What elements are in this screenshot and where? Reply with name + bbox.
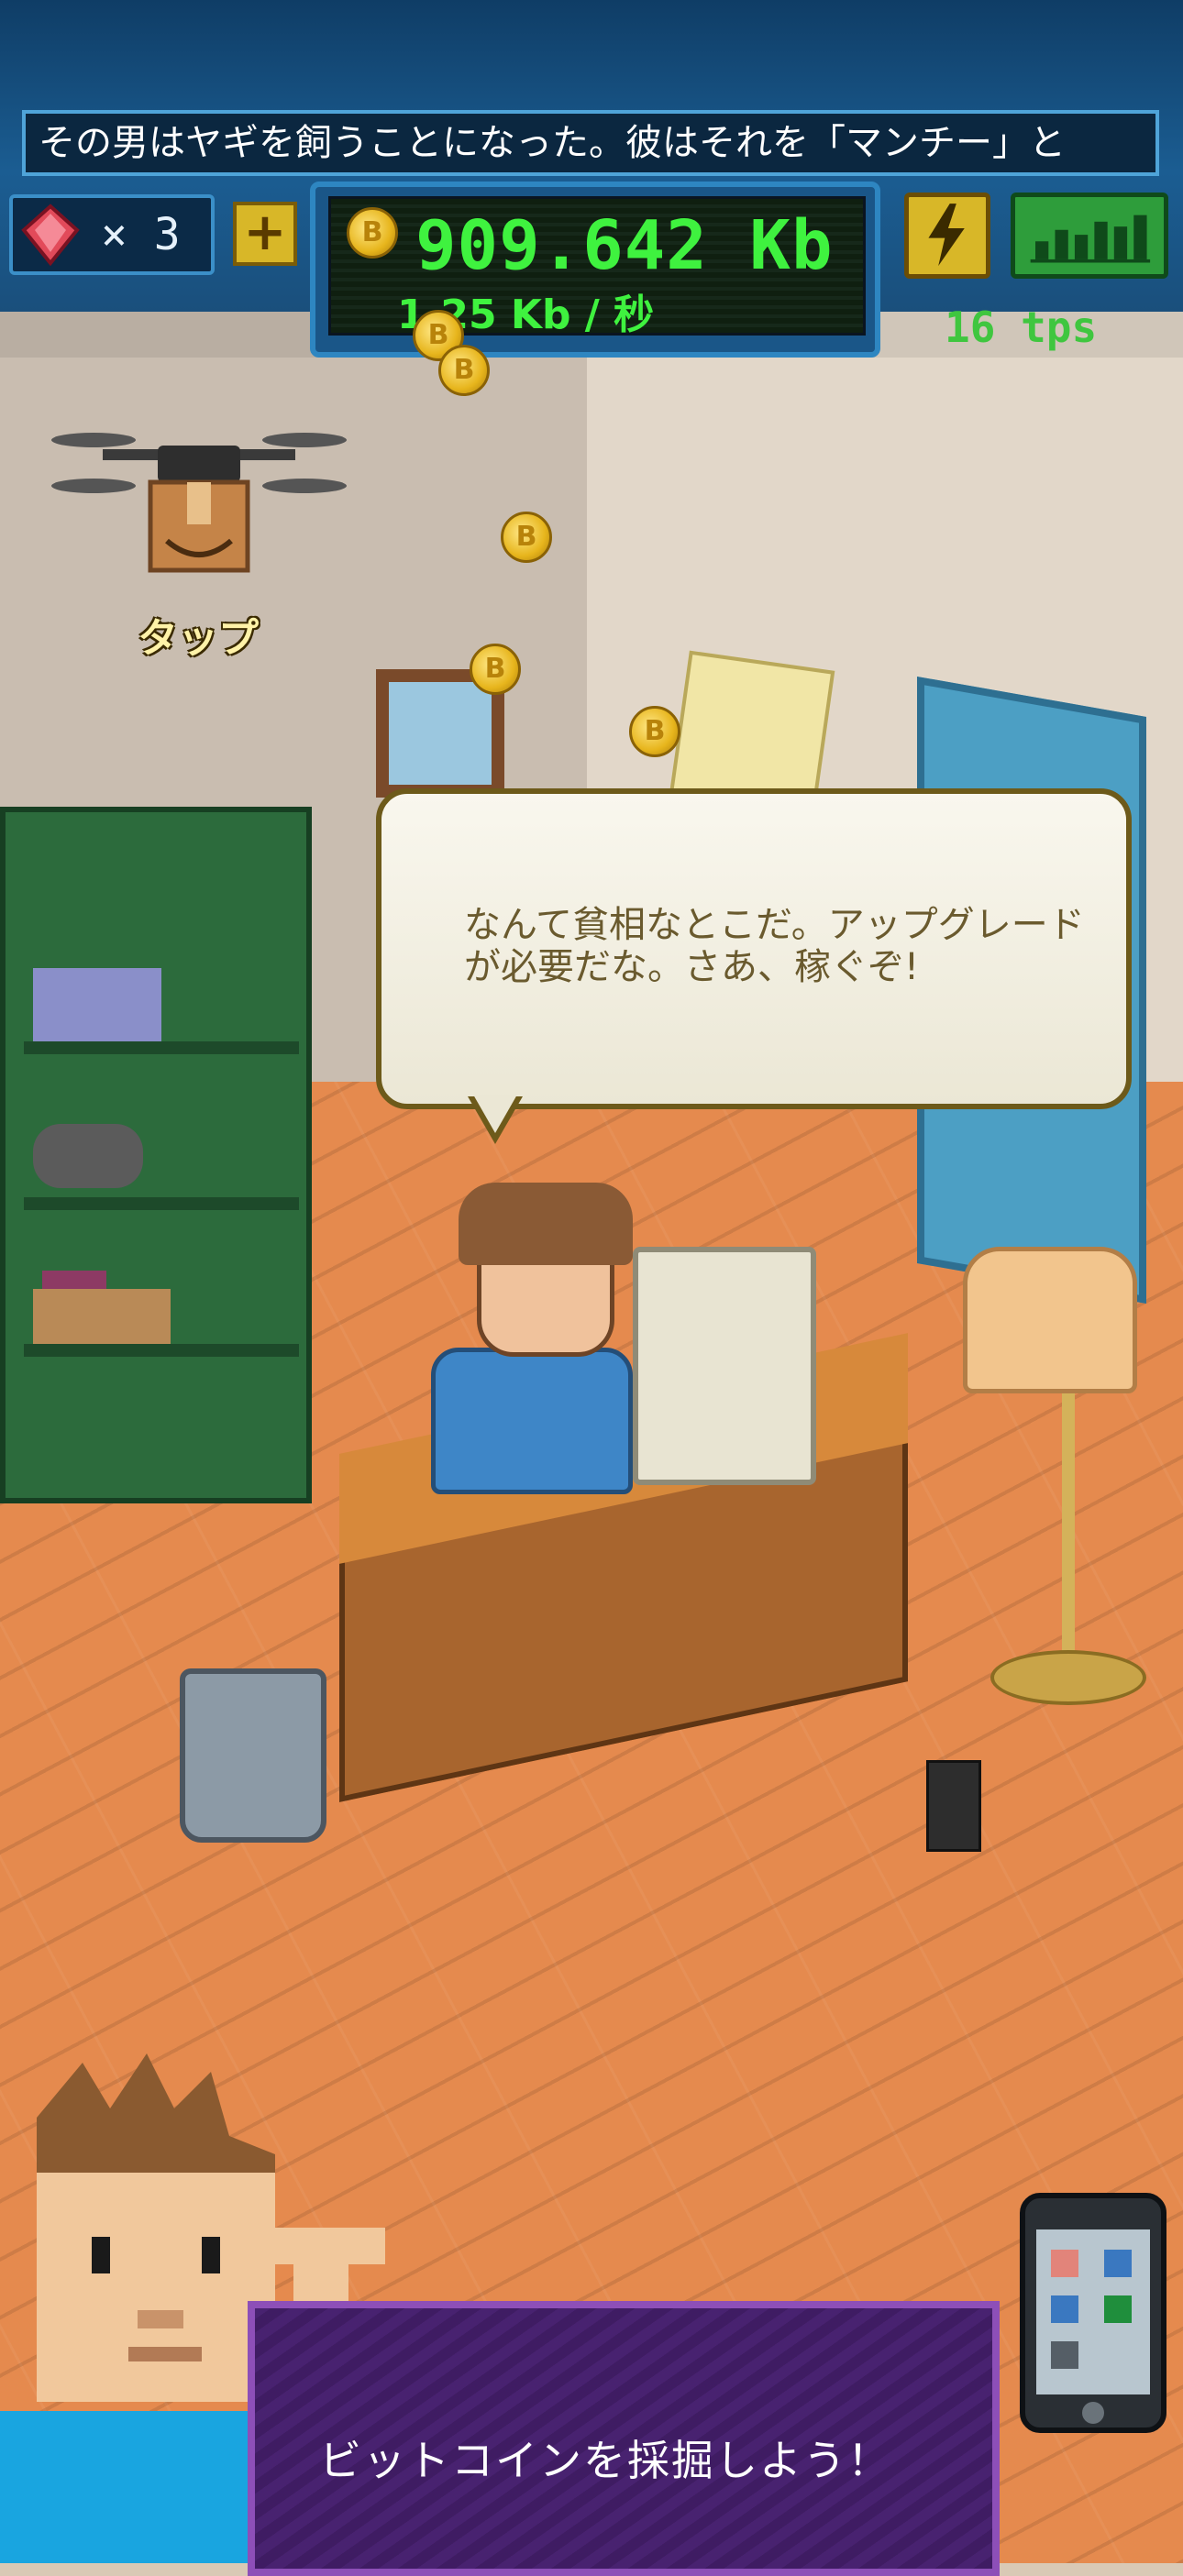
gadget (33, 1124, 143, 1188)
balance-value: 909.642 Kb (415, 206, 834, 285)
bitcoin-icon[interactable]: B (470, 644, 521, 695)
bookshelf (0, 807, 312, 1503)
player-character-hair (459, 1183, 633, 1265)
books (33, 968, 161, 1041)
bitcoin-icon: B (347, 207, 398, 259)
smartphone-icon (1036, 2229, 1150, 2394)
buy-gems-button[interactable]: + (233, 202, 297, 266)
gem-icon (18, 203, 83, 267)
speech-bubble[interactable]: なんて貧相なとこだ。アップグレードが必要だな。さあ、稼ぐぞ! (376, 788, 1132, 1109)
news-ticker-text: その男はヤギを飼うことになった。彼はそれを「マンチー」と (39, 122, 1066, 164)
app-icon (1051, 2250, 1078, 2277)
balance-panel: 909.642 Kb 1.25 Kb / 秒 (310, 182, 880, 358)
speech-bubble-tail-inner (473, 1095, 517, 1133)
gem-counter: × 3 (9, 194, 215, 275)
bar-chart-icon (1030, 215, 1151, 263)
delivery-drone[interactable] (48, 422, 350, 587)
computer[interactable] (633, 1247, 816, 1485)
trash-can (180, 1668, 326, 1843)
app-icon (1051, 2295, 1078, 2323)
drone-icon (51, 433, 347, 573)
balance-display: 909.642 Kb 1.25 Kb / 秒 (328, 196, 866, 338)
smartphone-button[interactable] (1020, 2193, 1166, 2433)
shelf-board (24, 1041, 299, 1054)
tps-indicator: 16 tps (945, 303, 1098, 352)
app-icon (1104, 2295, 1132, 2323)
news-ticker: その男はヤギを飼うことになった。彼はそれを「マンチー」と (22, 110, 1159, 176)
gem-count: × 3 (101, 209, 181, 260)
boost-button[interactable] (904, 193, 990, 279)
floor-lamp-base (990, 1650, 1146, 1705)
lightning-icon (928, 204, 965, 267)
floor-lamp-shade (963, 1247, 1137, 1393)
power-adapter (926, 1760, 981, 1852)
shelf-board (24, 1197, 299, 1210)
player-character-body[interactable] (431, 1348, 633, 1494)
bitcoin-icon[interactable]: B (438, 345, 490, 396)
tutorial-dialog-text: ビットコインを採掘しよう！ (319, 2436, 891, 2485)
app-icon (1051, 2341, 1078, 2369)
phone-home-button (1082, 2402, 1104, 2424)
bitcoin-icon[interactable]: B (629, 706, 680, 757)
shelf-board (24, 1344, 299, 1357)
app-icon (1104, 2250, 1132, 2277)
stats-button[interactable] (1011, 193, 1168, 279)
tap-label: タップ (138, 615, 259, 662)
box (33, 1289, 171, 1344)
floor-lamp-pole (1062, 1393, 1075, 1668)
speech-bubble-text: なんて貧相なとこだ。アップグレードが必要だな。さあ、稼ぐぞ! (464, 904, 1085, 988)
bitcoin-icon[interactable]: B (501, 512, 552, 563)
tutorial-dialog[interactable]: ビットコインを採掘しよう！ (248, 2301, 1000, 2576)
